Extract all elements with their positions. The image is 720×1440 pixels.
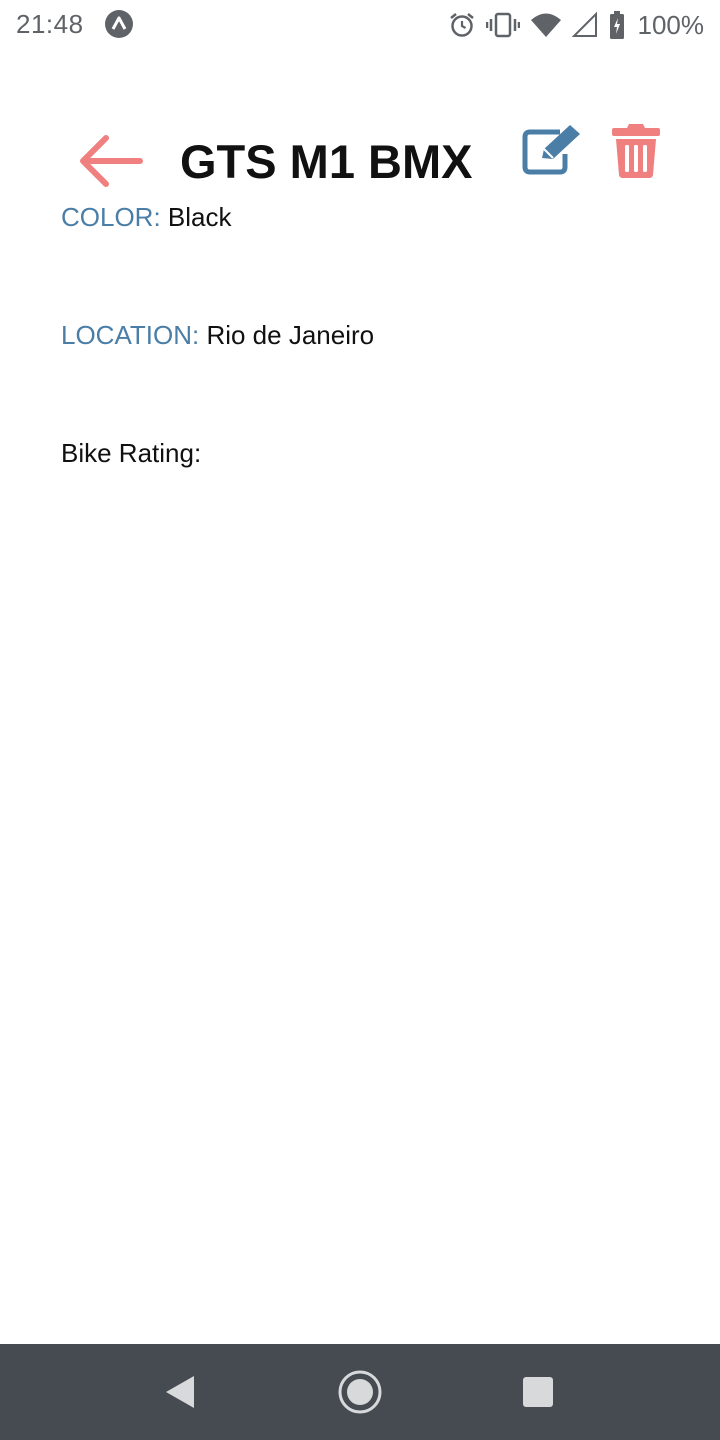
vibrate-icon — [485, 11, 520, 39]
status-bar: 21:48 100% — [0, 0, 720, 50]
delete-button[interactable] — [608, 122, 664, 180]
battery-percent: 100% — [637, 9, 705, 40]
battery-charging-icon — [608, 10, 626, 40]
arrow-left-icon — [80, 135, 143, 187]
nav-home-button[interactable] — [312, 1344, 408, 1440]
color-row: COLOR: Black — [61, 200, 232, 234]
edit-button[interactable] — [520, 122, 586, 178]
status-icons: 100% — [438, 8, 705, 42]
nav-home-icon — [338, 1370, 382, 1414]
rating-label: Bike Rating: — [61, 438, 202, 468]
app-notification-icon — [104, 9, 134, 39]
location-value: Rio de Janeiro — [206, 320, 375, 350]
color-value: Black — [167, 202, 232, 232]
location-row: LOCATION: Rio de Janeiro — [61, 318, 374, 352]
trash-icon — [612, 124, 660, 178]
signal-icon — [571, 11, 598, 39]
rating-row: Bike Rating: — [61, 436, 201, 470]
nav-recents-icon — [523, 1377, 553, 1407]
navigation-bar — [0, 1344, 720, 1440]
wifi-icon — [530, 11, 562, 39]
screen: 21:48 100% GTS M1 BMX COLOR: Black LOCAT… — [0, 0, 720, 1440]
edit-icon — [522, 125, 580, 175]
status-time: 21:48 — [16, 9, 84, 39]
alarm-icon — [448, 11, 476, 39]
nav-back-button[interactable] — [132, 1344, 228, 1440]
nav-recents-button[interactable] — [490, 1344, 586, 1440]
nav-back-icon — [166, 1376, 194, 1408]
back-button[interactable] — [76, 130, 146, 192]
location-label: LOCATION: — [61, 320, 200, 350]
color-label: COLOR: — [61, 202, 161, 232]
page-title: GTS M1 BMX — [180, 135, 473, 188]
